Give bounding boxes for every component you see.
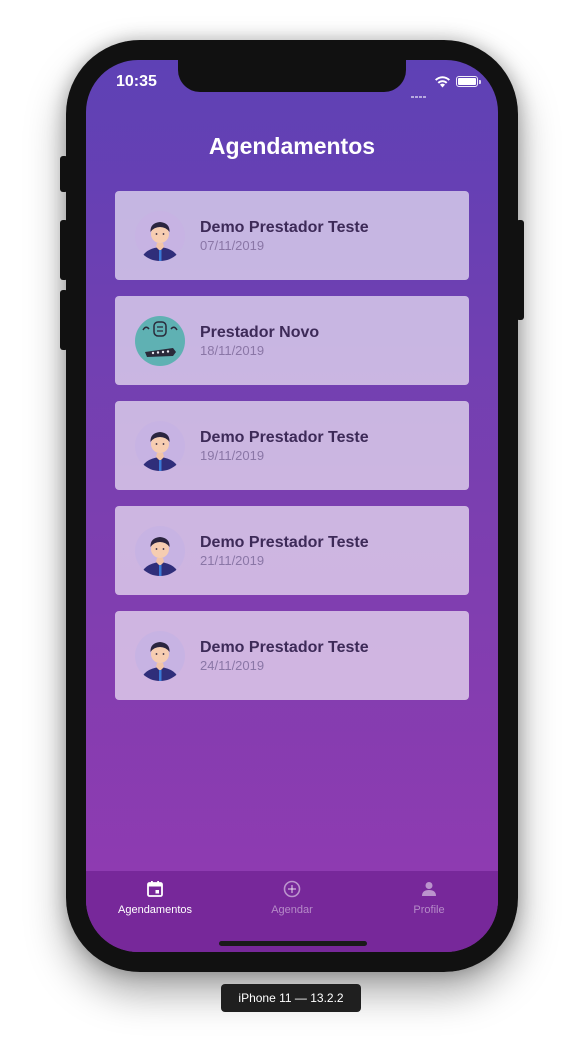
signal-icon [411, 85, 431, 98]
person-icon [422, 882, 436, 896]
appointment-card[interactable]: Demo Prestador Teste 21/11/2019 [115, 506, 469, 595]
robot-avatar [135, 316, 185, 366]
provider-name: Demo Prestador Teste [200, 429, 369, 446]
appointment-date: 07/11/2019 [200, 238, 265, 253]
appointment-date: 24/11/2019 [200, 658, 265, 673]
appointment-date: 19/11/2019 [200, 448, 265, 463]
wifi-icon [435, 76, 450, 88]
person-avatar [135, 631, 185, 681]
page-title: Agendamentos [208, 133, 376, 159]
person-avatar [135, 526, 185, 576]
calendar-icon [147, 881, 163, 897]
appointment-list: Demo Prestador Teste 07/11/2019 Prestado… [115, 191, 469, 716]
app-screen: 10:35 Agendamentos Demo Prestador Teste [86, 60, 498, 952]
status-time: 10:35 [116, 73, 157, 90]
appointment-card[interactable]: Prestador Novo 18/11/2019 [115, 296, 469, 385]
appointment-date: 21/11/2019 [200, 553, 265, 568]
provider-name: Demo Prestador Teste [200, 534, 369, 551]
home-indicator[interactable] [219, 941, 367, 946]
device-label: iPhone 11 — 13.2.2 [221, 984, 361, 1012]
appointment-card[interactable]: Demo Prestador Teste 19/11/2019 [115, 401, 469, 490]
tab-agendar[interactable]: Agendar [223, 871, 361, 931]
tab-agendamentos[interactable]: Agendamentos [86, 871, 224, 931]
tab-profile[interactable]: Profile [360, 871, 498, 931]
person-avatar [135, 421, 185, 471]
provider-name: Demo Prestador Teste [200, 639, 369, 656]
appointment-card[interactable]: Demo Prestador Teste 24/11/2019 [115, 611, 469, 700]
person-avatar [135, 211, 185, 261]
appointment-date: 18/11/2019 [200, 343, 265, 358]
appointment-card[interactable]: Demo Prestador Teste 07/11/2019 [115, 191, 469, 280]
tab-label: Agendar [271, 904, 313, 916]
provider-name: Prestador Novo [200, 324, 320, 341]
battery-icon [456, 76, 478, 87]
add-circle-icon [283, 880, 301, 898]
tab-label: Profile [413, 904, 445, 916]
notch [178, 60, 406, 92]
tab-bar: Agendamentos Agendar Profile [86, 871, 498, 952]
provider-name: Demo Prestador Teste [200, 219, 369, 236]
tab-label: Agendamentos [118, 904, 192, 916]
